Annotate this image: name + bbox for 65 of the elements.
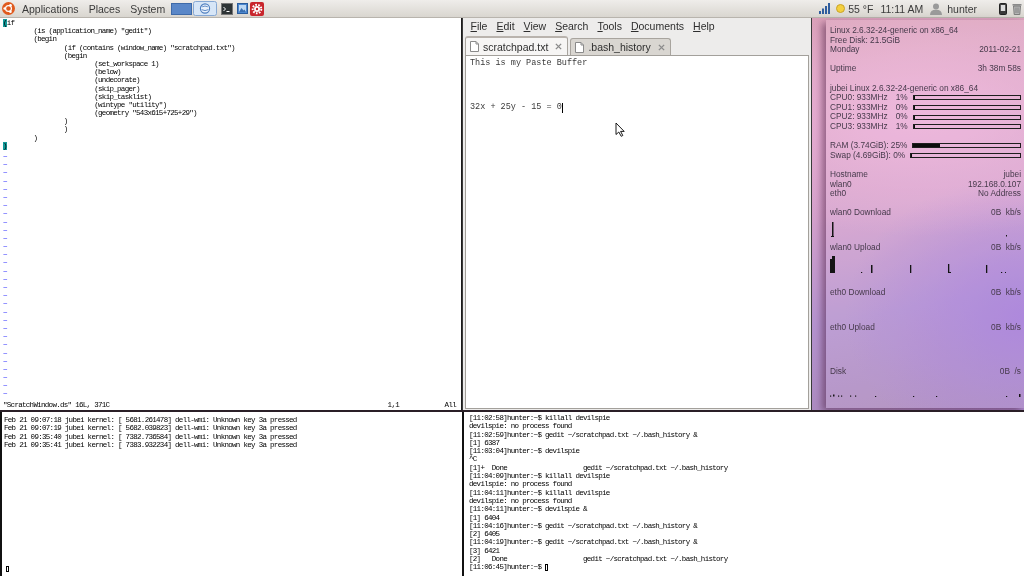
file-icon <box>470 41 479 52</box>
monitor-label: Uptime <box>830 64 857 74</box>
monitor-label: Monday <box>830 45 860 55</box>
monitor-text: jubei Linux 2.6.32-24-generic on x86_64 <box>830 83 979 94</box>
workspace-icon[interactable] <box>171 2 193 15</box>
monitor-text: Free Disk: 21.5GiB <box>830 35 901 45</box>
signal-icon[interactable] <box>819 3 831 14</box>
monitor-value: 2011-02-21 <box>979 45 1021 55</box>
monitor-value: 0% <box>895 112 908 122</box>
monitor-label: Disk <box>830 367 847 377</box>
monitor-text: Linux 2.6.32-24-generic on x86_64 <box>830 26 959 36</box>
monitor-label: RAM (3.74GiB): 25% <box>830 141 908 151</box>
gear-icon[interactable] <box>250 1 265 16</box>
close-icon[interactable] <box>555 43 563 50</box>
menu-item[interactable]: Help <box>689 18 719 34</box>
monitor-label: CPU1: 933MHz <box>830 102 888 113</box>
trash-icon[interactable] <box>1012 2 1022 15</box>
menu-item[interactable]: View <box>519 18 551 34</box>
menu-item[interactable]: Documents <box>626 18 689 34</box>
monitor-label: wlan0 Upload <box>830 243 881 253</box>
monitor-label: CPU2: 933MHz <box>830 112 888 122</box>
monitor-value: 0B /s <box>999 367 1021 377</box>
menu-item[interactable]: Edit <box>492 18 519 34</box>
monitor-value: 192.168.0.107 <box>967 179 1021 189</box>
weather-temperature[interactable]: 55 °F <box>848 0 874 17</box>
text-editor-area[interactable]: This is my Paste Buffer 32x + 25y - 15 = 0 <box>465 55 809 409</box>
monitor-value: 0B kb/s <box>991 243 1021 253</box>
monitor-value: No Address <box>978 189 1021 199</box>
image-icon[interactable] <box>237 3 249 14</box>
text-line: 32x + 25y - 15 = 0 <box>470 102 562 113</box>
mouse-pointer-icon <box>615 122 625 137</box>
monitor-label: eth0 Upload <box>830 322 875 333</box>
user-name[interactable]: hunter <box>947 0 977 17</box>
tab[interactable]: .bash_history <box>570 38 671 55</box>
tab[interactable]: scratchpad.txt <box>465 36 569 55</box>
panel-menu[interactable]: Places <box>83 0 126 17</box>
menu-item[interactable]: File <box>466 18 492 34</box>
panel-menu[interactable]: Applications <box>17 0 84 17</box>
monitor-value: 0B kb/s <box>991 287 1021 298</box>
menu-item[interactable]: Tools <box>593 18 626 34</box>
close-icon[interactable] <box>657 43 665 51</box>
user-icon[interactable] <box>929 2 944 15</box>
monitor-label: eth0 Download <box>830 287 886 298</box>
monitor-value: 1% <box>895 121 908 132</box>
monitor-value: 0B kb/s <box>991 322 1021 333</box>
file-icon <box>575 41 585 53</box>
monitor-value: 1% <box>895 93 908 103</box>
monitor-value: jubei <box>1003 169 1021 180</box>
clock[interactable]: 11:11 AM <box>880 0 924 17</box>
monitor-label: eth0 <box>830 189 847 199</box>
monitor-value: 0B kb/s <box>991 208 1021 218</box>
monitor-label: wlan0 Download <box>830 208 891 218</box>
monitor-value: 0% <box>895 102 908 113</box>
monitor-label: Swap (4.69GiB): 0% <box>830 150 906 161</box>
monitor-label: CPU0: 933MHz <box>830 93 888 103</box>
monitor-label: wlan0 <box>830 179 852 189</box>
terminal-icon[interactable] <box>221 2 234 15</box>
monitor-label: CPU3: 933MHz <box>830 121 888 132</box>
monitor-label: Hostname <box>830 169 868 180</box>
panel-menu[interactable]: System <box>125 0 171 17</box>
menu-item[interactable]: Search <box>551 18 593 34</box>
text-line: This is my Paste Buffer <box>470 58 588 69</box>
phone-icon[interactable] <box>999 2 1007 15</box>
monitor-value: 3h 38m 58s <box>977 64 1021 74</box>
logo-icon[interactable] <box>2 2 15 15</box>
